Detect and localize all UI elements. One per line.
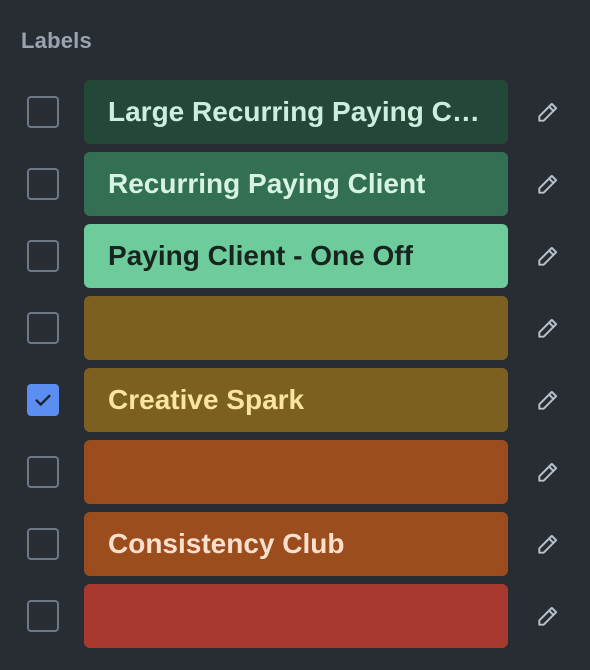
edit-label-button[interactable] [532, 240, 564, 272]
edit-label-button[interactable] [532, 600, 564, 632]
label-checkbox[interactable] [27, 456, 59, 488]
label-name: Consistency Club [108, 528, 345, 559]
edit-label-button[interactable] [532, 312, 564, 344]
label-row: Paying Client - One Off [0, 224, 590, 288]
label-row [0, 296, 590, 360]
label-checkbox[interactable] [27, 240, 59, 272]
edit-label-button[interactable] [532, 456, 564, 488]
label-list: Large Recurring Paying Cli... Recurring … [0, 80, 590, 656]
edit-label-button[interactable] [532, 96, 564, 128]
label-row: Consistency Club [0, 512, 590, 576]
label-name: Paying Client - One Off [108, 240, 413, 271]
label-name: Creative Spark [108, 384, 305, 415]
label-chip[interactable] [84, 440, 508, 504]
label-checkbox[interactable] [27, 528, 59, 560]
label-chip[interactable]: Creative Spark [84, 368, 508, 432]
label-chip[interactable] [84, 584, 508, 648]
label-checkbox[interactable] [27, 168, 59, 200]
pencil-icon [538, 534, 558, 554]
edit-label-button[interactable] [532, 528, 564, 560]
label-row: Large Recurring Paying Cli... [0, 80, 590, 144]
label-checkbox[interactable] [27, 312, 59, 344]
labels-panel: Labels Large Recurring Paying Cli... Rec… [0, 0, 590, 670]
label-name: Large Recurring Paying Cli... [108, 96, 484, 127]
label-checkbox[interactable] [27, 384, 59, 416]
label-chip[interactable]: Consistency Club [84, 512, 508, 576]
pencil-icon [538, 606, 558, 626]
pencil-icon [538, 462, 558, 482]
label-chip[interactable]: Large Recurring Paying Cli... [84, 80, 508, 144]
edit-label-button[interactable] [532, 384, 564, 416]
label-chip[interactable]: Recurring Paying Client [84, 152, 508, 216]
label-row [0, 440, 590, 504]
label-row [0, 584, 590, 648]
pencil-icon [538, 174, 558, 194]
label-chip[interactable]: Paying Client - One Off [84, 224, 508, 288]
pencil-icon [538, 102, 558, 122]
pencil-icon [538, 246, 558, 266]
label-row: Creative Spark [0, 368, 590, 432]
edit-label-button[interactable] [532, 168, 564, 200]
label-name: Recurring Paying Client [108, 168, 426, 199]
checkmark-icon [35, 394, 51, 406]
label-row: Recurring Paying Client [0, 152, 590, 216]
label-checkbox[interactable] [27, 600, 59, 632]
pencil-icon [538, 390, 558, 410]
label-chip[interactable] [84, 296, 508, 360]
labels-heading: Labels [21, 28, 92, 53]
label-checkbox[interactable] [27, 96, 59, 128]
pencil-icon [538, 318, 558, 338]
